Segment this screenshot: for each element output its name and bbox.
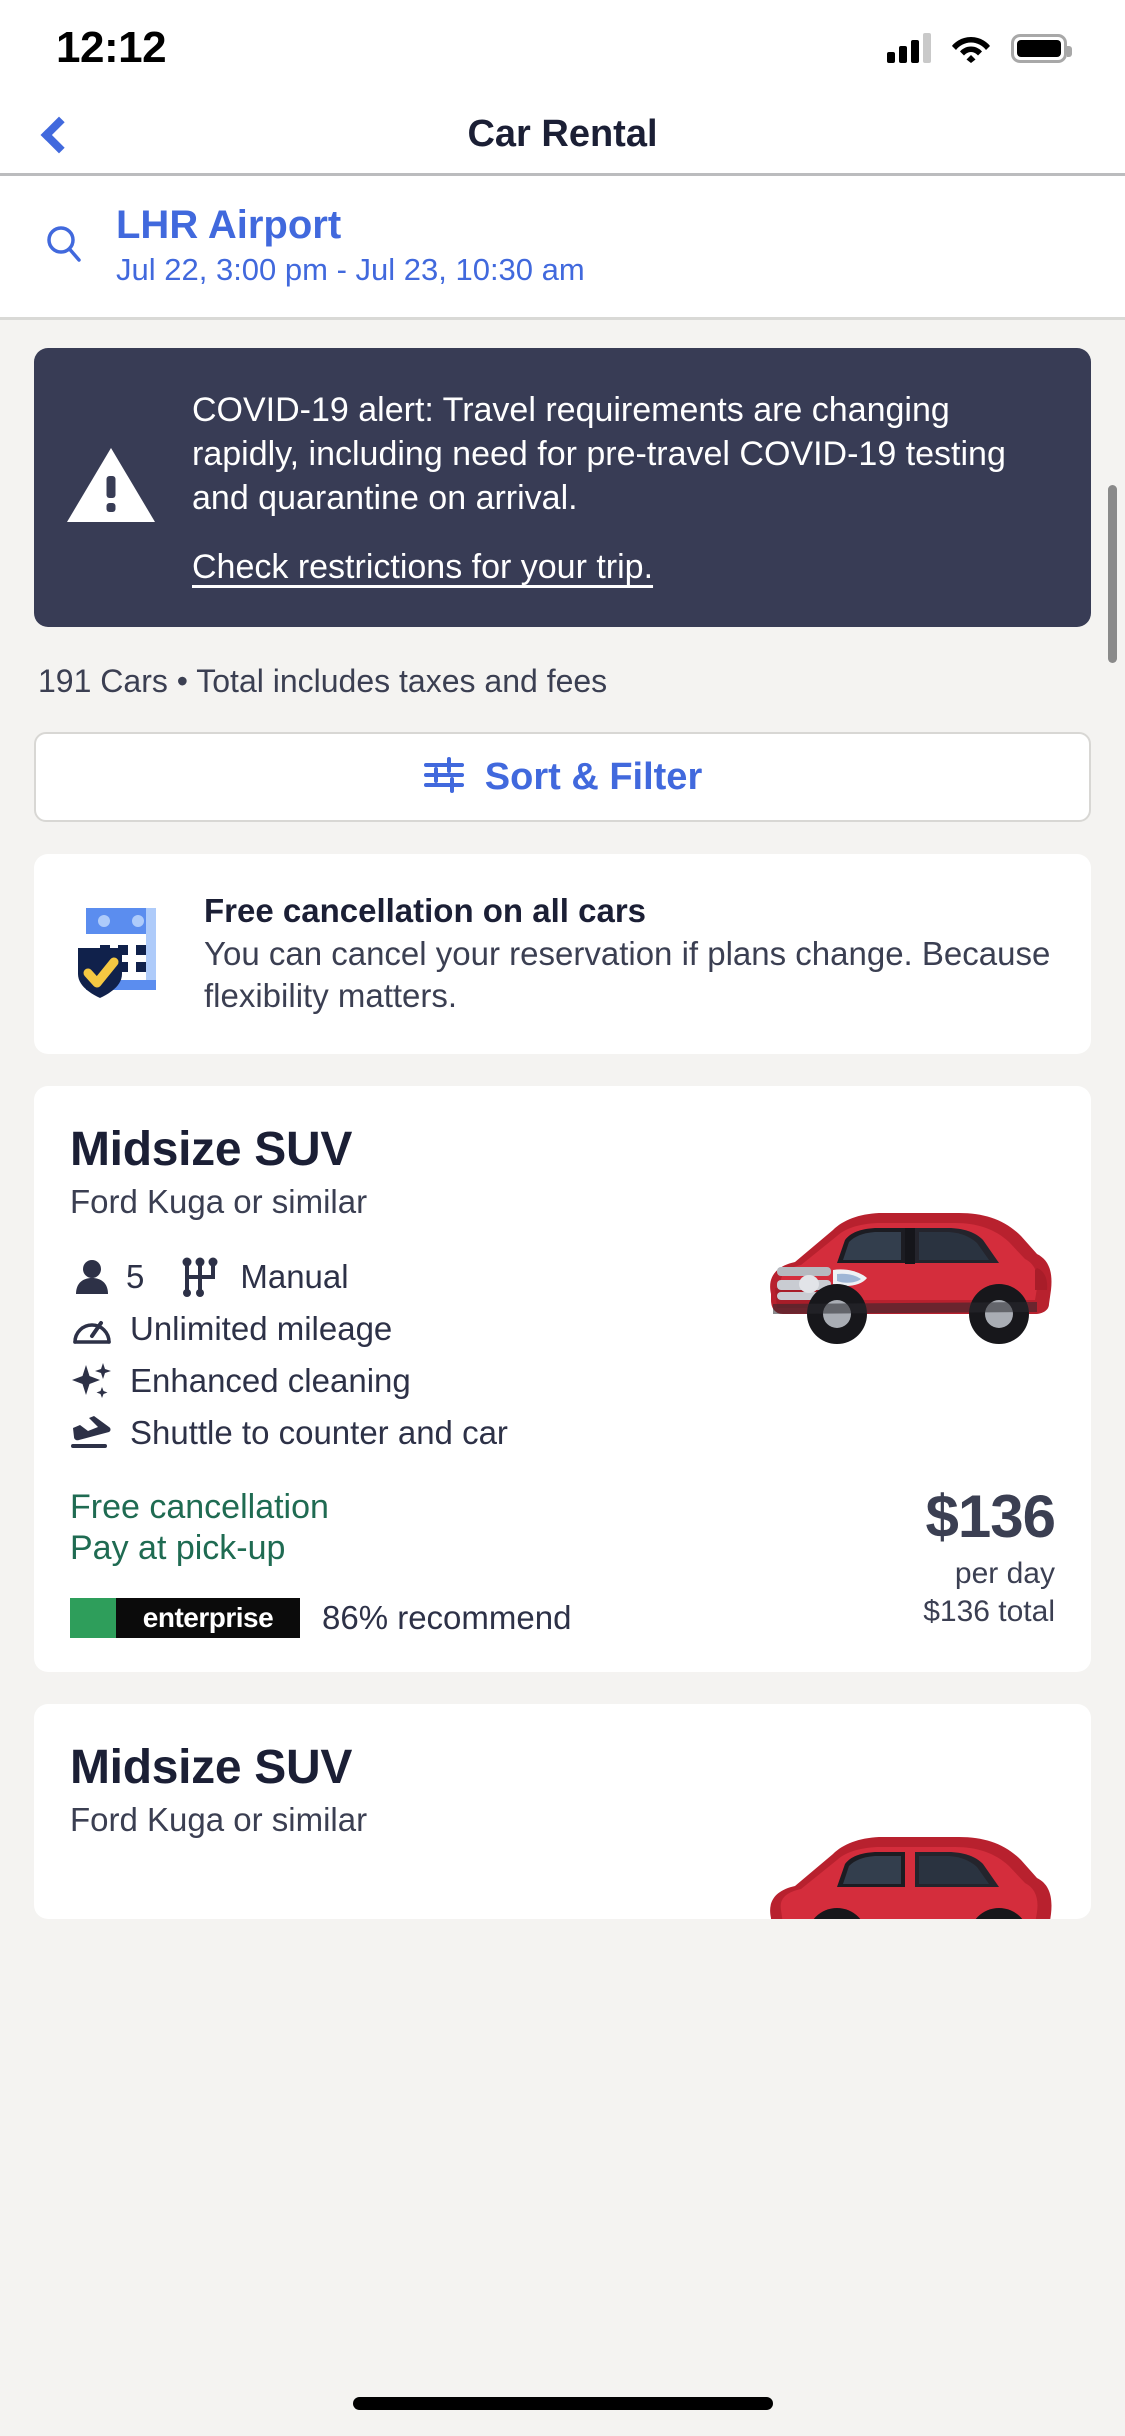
cancellation-title: Free cancellation on all cars <box>204 892 647 930</box>
nav-header: Car Rental <box>0 96 1125 176</box>
enterprise-logo: enterprise <box>70 1597 300 1638</box>
red-suv-image <box>737 1168 1067 1353</box>
cancellation-description: You can cancel your reservation if plans… <box>204 935 1051 1014</box>
car-title: Midsize SUV <box>70 1740 353 1794</box>
seats-count: 5 <box>126 1257 145 1295</box>
page-title: Car Rental <box>467 113 658 155</box>
free-cancellation-label: Free cancellation <box>70 1487 329 1526</box>
price-per-day: $136 <box>925 1482 1056 1550</box>
cellular-signal-icon <box>887 33 931 63</box>
car-result-card[interactable]: Midsize SUV Ford Kuga or similar <box>34 1085 1091 1672</box>
back-chevron-icon <box>40 116 78 153</box>
search-dates: Jul 22, 3:00 pm - Jul 23, 10:30 am <box>116 252 585 287</box>
feature-label: Enhanced cleaning <box>130 1361 411 1399</box>
search-location: LHR Airport <box>116 203 342 247</box>
status-bar: 12:12 <box>0 0 1125 96</box>
home-indicator <box>352 2397 773 2410</box>
covid-alert-banner: COVID-19 alert: Travel requirements are … <box>34 347 1091 628</box>
search-summary-bar[interactable]: LHR Airport Jul 22, 3:00 pm - Jul 23, 10… <box>0 176 1125 320</box>
vertical-scrollbar[interactable] <box>1108 484 1117 663</box>
wifi-icon <box>951 33 991 63</box>
status-time: 12:12 <box>56 23 167 72</box>
search-icon <box>40 223 88 267</box>
feature-label: Unlimited mileage <box>130 1309 393 1347</box>
plane-landing-icon <box>70 1415 114 1450</box>
person-icon <box>70 1259 114 1295</box>
sort-filter-label: Sort & Filter <box>484 755 703 798</box>
car-result-card[interactable]: Midsize SUV Ford Kuga or similar <box>34 1703 1091 1919</box>
back-button[interactable] <box>0 116 110 153</box>
transmission-label: Manual <box>240 1257 349 1295</box>
sliders-filter-icon <box>423 756 465 798</box>
pay-at-pickup-label: Pay at pick-up <box>70 1529 286 1568</box>
spec-row-shuttle: Shuttle to counter and car <box>70 1407 1055 1459</box>
spec-row-cleaning: Enhanced cleaning <box>70 1355 1055 1407</box>
covid-alert-text: COVID-19 alert: Travel requirements are … <box>192 390 1006 517</box>
vendor-name: enterprise <box>116 1597 300 1638</box>
battery-full-icon <box>1011 34 1072 63</box>
price-unit: per day <box>954 1556 1055 1590</box>
sort-filter-button[interactable]: Sort & Filter <box>34 732 1091 823</box>
results-summary: 191 Cars • Total includes taxes and fees <box>38 663 608 700</box>
recommend-percent: 86% recommend <box>322 1598 572 1636</box>
warning-triangle-icon <box>56 384 166 588</box>
sparkle-icon <box>70 1361 114 1401</box>
red-suv-image <box>737 1792 1067 1919</box>
price-total: $136 total <box>923 1594 1055 1628</box>
results-scroll-area: COVID-19 alert: Travel requirements are … <box>0 347 1125 1919</box>
covid-restrictions-link[interactable]: Check restrictions for your trip. <box>192 548 653 587</box>
status-icons <box>887 33 1072 63</box>
free-cancellation-info-card: Free cancellation on all cars You can ca… <box>34 854 1091 1054</box>
gear-shift-icon <box>178 1257 222 1297</box>
calendar-shield-check-icon <box>64 890 174 1007</box>
feature-label: Shuttle to counter and car <box>130 1413 508 1451</box>
speedometer-icon <box>70 1311 114 1347</box>
